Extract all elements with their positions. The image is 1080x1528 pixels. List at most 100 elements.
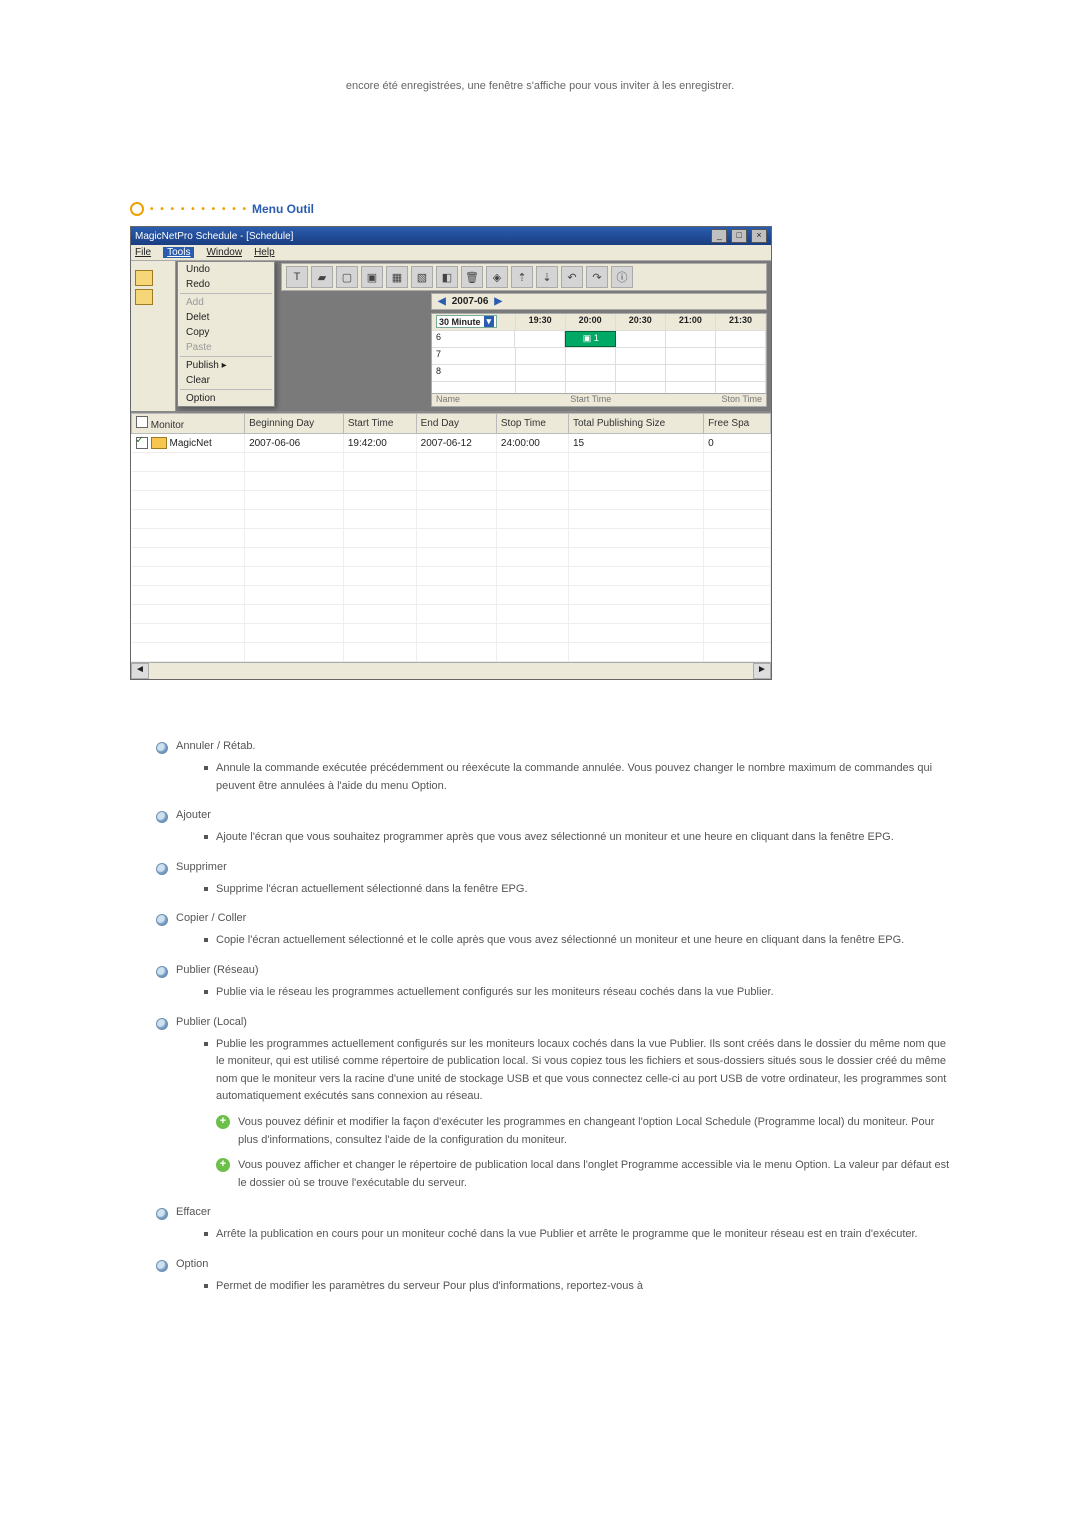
menu-help[interactable]: Help: [254, 247, 275, 258]
doc-item-desc: Arrête la publication en cours pour un m…: [204, 1226, 950, 1244]
menu-item-undo[interactable]: Undo: [178, 262, 274, 277]
section-title: Menu Outil: [252, 202, 314, 216]
doc-item-title: Supprimer: [176, 861, 227, 873]
bullet-icon: [156, 863, 168, 875]
doc-item-title: Annuler / Rétab.: [176, 740, 256, 752]
time-col: 20:30: [616, 314, 666, 330]
doc-item-desc: Ajoute l'écran que vous souhaitez progra…: [204, 829, 950, 847]
table-row[interactable]: [132, 472, 771, 491]
footer-start: Start Time: [570, 394, 611, 406]
prev-month-icon[interactable]: ◀: [438, 296, 446, 307]
doc-item-title: Effacer: [176, 1206, 211, 1218]
col-begin[interactable]: Beginning Day: [245, 414, 344, 434]
workarea: Undo Redo Add Delet Copy Paste Publish ▸…: [131, 261, 771, 411]
scroll-left-icon[interactable]: ◄: [131, 663, 149, 679]
checkbox-icon[interactable]: [136, 416, 148, 428]
square-bullet-icon: [204, 1284, 208, 1288]
col-end[interactable]: End Day: [416, 414, 496, 434]
tb-icon[interactable]: ▢: [336, 266, 358, 288]
doc-item-title: Ajouter: [176, 809, 211, 821]
app-window: MagicNetPro Schedule - [Schedule] _ □ × …: [130, 226, 772, 680]
doc-item: Publier (Local): [156, 1016, 950, 1030]
table-row[interactable]: [132, 529, 771, 548]
menu-tools[interactable]: Tools: [163, 247, 194, 258]
doc-item-desc: Publie les programmes actuellement confi…: [204, 1036, 950, 1106]
square-bullet-icon: [204, 938, 208, 942]
time-col: 19:30: [516, 314, 566, 330]
next-month-icon[interactable]: ▶: [494, 296, 502, 307]
tb-redo-icon[interactable]: ↷: [586, 266, 608, 288]
doc-item-desc: Permet de modifier les paramètres du ser…: [204, 1278, 950, 1296]
doc-item-desc: Publie via le réseau les programmes actu…: [204, 984, 950, 1002]
tb-text-icon[interactable]: T: [286, 266, 308, 288]
table-row[interactable]: [132, 567, 771, 586]
menu-item-paste: Paste: [178, 340, 274, 355]
interval-select[interactable]: 30 Minute▾: [432, 314, 516, 330]
menu-file[interactable]: File: [135, 247, 151, 258]
doc-item-title: Publier (Réseau): [176, 964, 259, 976]
scroll-right-icon[interactable]: ►: [753, 663, 771, 679]
col-free[interactable]: Free Spa: [704, 414, 771, 434]
table-row[interactable]: [132, 605, 771, 624]
col-size[interactable]: Total Publishing Size: [568, 414, 703, 434]
doc-item-title: Option: [176, 1258, 208, 1270]
tb-icon[interactable]: ◧: [436, 266, 458, 288]
tb-icon[interactable]: ◈: [486, 266, 508, 288]
chevron-down-icon[interactable]: ▾: [484, 316, 495, 327]
tb-icon[interactable]: ▧: [411, 266, 433, 288]
maximize-icon[interactable]: □: [731, 229, 747, 243]
doc-item: Annuler / Rétab.: [156, 740, 950, 754]
table-row[interactable]: [132, 491, 771, 510]
tree-folder-icon[interactable]: [135, 270, 153, 286]
menu-item-copy[interactable]: Copy: [178, 325, 274, 340]
tools-dropdown[interactable]: Undo Redo Add Delet Copy Paste Publish ▸…: [177, 261, 275, 407]
epg-row-label: 6: [432, 331, 515, 347]
table-row[interactable]: [132, 586, 771, 605]
tb-up-icon[interactable]: ⇡: [511, 266, 533, 288]
table-row[interactable]: [132, 548, 771, 567]
doc-item: Supprimer: [156, 861, 950, 875]
table-row[interactable]: [132, 624, 771, 643]
tb-icon[interactable]: ▰: [311, 266, 333, 288]
epg-row-label: 8: [432, 365, 516, 381]
window-buttons[interactable]: _ □ ×: [710, 229, 767, 243]
doc-item: Option: [156, 1258, 950, 1272]
minimize-icon[interactable]: _: [711, 229, 727, 243]
menu-window[interactable]: Window: [206, 247, 242, 258]
h-scrollbar[interactable]: ◄ ►: [131, 662, 771, 679]
monitor-list: Monitor Beginning Day Start Time End Day…: [131, 411, 771, 679]
epg-grid[interactable]: 30 Minute▾ 19:30 20:00 20:30 21:00 21:30…: [431, 313, 767, 400]
time-col: 21:30: [716, 314, 766, 330]
col-stop[interactable]: Stop Time: [496, 414, 568, 434]
schedule-block[interactable]: ▣ 1: [565, 331, 616, 347]
bullet-icon: [156, 742, 168, 754]
checkbox-icon[interactable]: [136, 437, 148, 449]
bullet-icon: [156, 914, 168, 926]
footer-name: Name: [436, 394, 460, 406]
menu-item-clear[interactable]: Clear: [178, 373, 274, 388]
epg-row-label: 7: [432, 348, 516, 364]
doc-item-desc: Supprime l'écran actuellement sélectionn…: [204, 881, 950, 899]
col-monitor[interactable]: Monitor: [132, 414, 245, 434]
tree-folder-icon[interactable]: [135, 289, 153, 305]
table-row[interactable]: MagicNet 2007-06-06 19:42:00 2007-06-12 …: [132, 434, 771, 453]
month-label: 2007-06: [452, 296, 489, 307]
window-title: MagicNetPro Schedule - [Schedule]: [135, 231, 293, 242]
bullet-icon: [156, 1260, 168, 1272]
close-icon[interactable]: ×: [751, 229, 767, 243]
table-row[interactable]: [132, 643, 771, 662]
bullet-icon: [156, 1018, 168, 1030]
tb-down-icon[interactable]: ⇣: [536, 266, 558, 288]
menu-item-publish[interactable]: Publish ▸: [178, 358, 274, 373]
tb-undo-icon[interactable]: ↶: [561, 266, 583, 288]
menu-item-redo[interactable]: Redo: [178, 277, 274, 292]
col-start[interactable]: Start Time: [343, 414, 416, 434]
tb-info-icon[interactable]: ⓘ: [611, 266, 633, 288]
tb-icon[interactable]: ▣: [361, 266, 383, 288]
menu-item-delete[interactable]: Delet: [178, 310, 274, 325]
table-row[interactable]: [132, 510, 771, 529]
tb-icon[interactable]: ▦: [386, 266, 408, 288]
tb-trash-icon[interactable]: 🗑: [461, 266, 483, 288]
menu-item-option[interactable]: Option: [178, 391, 274, 406]
table-row[interactable]: [132, 453, 771, 472]
